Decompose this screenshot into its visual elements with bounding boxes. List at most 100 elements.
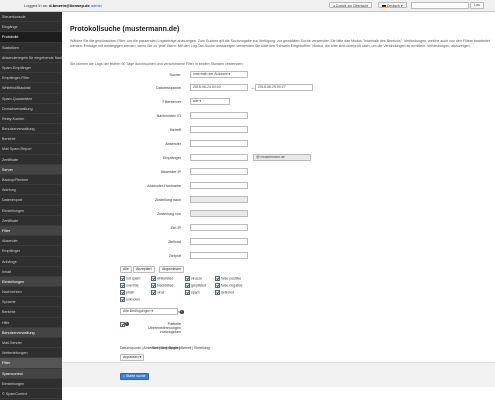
sidebar-item[interactable]: Domainverwaltung	[0, 104, 62, 114]
datumsspanne-label: Datumsspanne	[156, 86, 181, 90]
sidebar-item[interactable]: Spamcontrol	[0, 368, 62, 379]
einteilung-checkbox[interactable]: false positive	[215, 276, 241, 281]
absender-ip-field[interactable]	[190, 168, 248, 175]
sidebar-item[interactable]: Steuerkonsole	[0, 12, 62, 23]
back-to-overview-button[interactable]: ◂ Zurück zur Übersicht	[329, 2, 373, 8]
sidebar-item[interactable]: Einstellungen	[0, 276, 62, 288]
einteilung-checkbox[interactable]: virus	[151, 290, 164, 295]
einteilung-checkbox[interactable]: blacklisted	[151, 283, 173, 288]
sidebar-item[interactable]: Hilfe	[0, 318, 62, 328]
row-zielhost: Zielhost	[70, 238, 495, 247]
sidebar-item[interactable]: Filter	[0, 358, 62, 369]
form-footer: ⌕ Starte suche	[62, 362, 495, 387]
sidebar-item[interactable]: Zertifikate	[0, 155, 62, 165]
spalten-button-label: Anpassen	[123, 355, 139, 359]
sidebar-item[interactable]: Spam-Empfänger	[0, 63, 62, 74]
sidebar-item[interactable]: Sprache	[0, 297, 62, 308]
einteilung-checkbox[interactable]: not spam	[120, 276, 140, 281]
zustellung-nach-field	[190, 196, 248, 203]
top-bar: Logged in as: d.bmerin@lionsep.de admin …	[0, 0, 495, 12]
filterserver-value: alle	[193, 99, 199, 103]
sidebar-item[interactable]: Eingänge	[0, 22, 62, 33]
sidebar-item[interactable]: Datenexport	[0, 195, 62, 206]
date-to-field[interactable]: 2015-06-25 00:27	[255, 84, 313, 91]
sidebar-item[interactable]: Berichte	[0, 307, 62, 318]
einteilung-checkbox[interactable]: phish	[120, 290, 134, 295]
ziel-ip-field[interactable]	[190, 224, 248, 231]
einteilung-rejected-button[interactable]: Abgewiesen	[159, 266, 185, 273]
betreff-field[interactable]	[190, 126, 248, 133]
einteilung-checkbox[interactable]: spam	[185, 290, 200, 295]
zielhost-field[interactable]	[190, 238, 248, 245]
sidebar-item[interactable]: Relay-Konten	[0, 114, 62, 125]
suche-value: innerhalb der Auswahl	[193, 72, 228, 76]
einteilung-accepted-button[interactable]: Akzeptiert	[133, 266, 155, 273]
sidebar-item[interactable]: Backup/Restore	[0, 175, 62, 186]
sidebar-item[interactable]: Empfänger-Filter	[0, 73, 62, 84]
absender-ip-label: Absender IP	[160, 170, 181, 174]
nachrichten-id-field[interactable]	[190, 112, 248, 119]
zielport-field[interactable]	[190, 252, 248, 259]
sidebar-item[interactable]: Berichte	[0, 134, 62, 145]
sidebar-item[interactable]: Protokolle	[0, 32, 62, 43]
sidebar-item[interactable]: Statistiken	[0, 43, 62, 53]
info-icon[interactable]: i	[180, 309, 184, 314]
checkbox-label: virusze	[191, 276, 203, 281]
search-input[interactable]	[411, 2, 469, 9]
info-icon[interactable]: i	[125, 321, 129, 326]
sidebar-item[interactable]: Benutzerverwaltung	[0, 124, 62, 135]
language-select[interactable]: Deutsch ▾	[378, 2, 407, 8]
sidebar-item[interactable]: Empfänger	[0, 246, 62, 257]
back-button-label: Zurück zur Übersicht	[335, 4, 369, 8]
username: d.bmerin@lionsep.de	[49, 3, 90, 8]
einteilung-all-button[interactable]: Alle	[120, 266, 132, 273]
sidebar-item[interactable]: Benutzerverwaltung	[0, 327, 62, 338]
absender-hostname-field[interactable]	[190, 182, 248, 189]
sidebar-item[interactable]: Nachrichten	[0, 287, 62, 298]
sidebar-item[interactable]: Zertifikate	[0, 216, 62, 226]
filterserver-label: Filterserver	[162, 100, 181, 104]
sidebar-item[interactable]: Inhalt	[0, 267, 62, 277]
einteilung-checkbox[interactable]: deferred	[215, 290, 234, 295]
sidebar-item[interactable]: Einstellungen	[0, 379, 62, 389]
einteilung-checkbox[interactable]: override	[120, 283, 139, 288]
sidebar-item[interactable]: Anhänge	[0, 257, 62, 267]
sidebar-item[interactable]: Spam-Quarantäne	[0, 94, 62, 104]
sidebar-item[interactable]: Absender	[0, 236, 62, 247]
filterserver-select[interactable]: alle ▾	[190, 98, 230, 105]
einteilung-checkbox[interactable]: whitelisted	[151, 276, 173, 281]
sidebar-item[interactable]: Whitelist/Blacklist	[0, 83, 62, 94]
sidebar-item[interactable]: Server	[0, 164, 62, 175]
sidebar-item[interactable]: Absenderregeln für eingehende Nachrichte…	[0, 53, 62, 63]
abgelehnt-select[interactable]: Alle Bedingungen ▾	[120, 308, 178, 315]
sidebar-item[interactable]: Filter	[0, 225, 62, 237]
absender-field[interactable]	[190, 140, 248, 147]
sidebar-item[interactable]: Mail-Sender	[0, 338, 62, 349]
absender-hostname-label: Absender-Hostname	[147, 184, 181, 188]
row-empfaenger: Empfänger @ mustermann.de	[70, 154, 495, 163]
checkbox-box	[151, 283, 156, 288]
sidebar-item[interactable]: Mail Spam Report	[0, 144, 62, 155]
einteilung-checkbox[interactable]: unknown	[120, 297, 140, 302]
checkbox-box	[215, 290, 220, 295]
sidebar-item[interactable]: Wartung	[0, 185, 62, 196]
main-content: Protokollsuche (mustermann.de) Wählen Si…	[70, 26, 495, 361]
row-absender-ip: Absender IP	[70, 168, 495, 177]
start-search-button[interactable]: ⌕ Starte suche	[120, 373, 149, 380]
sidebar-item[interactable]: Weiterleitungen	[0, 348, 62, 359]
einteilung-checkbox[interactable]: greylisted	[185, 283, 206, 288]
role-link[interactable]: admin	[91, 3, 102, 8]
suche-select[interactable]: innerhalb der Auswahl ▾	[190, 71, 248, 78]
sidebar-item[interactable]: © SpamControl	[0, 389, 62, 400]
search-button[interactable]: Los	[470, 2, 484, 9]
spalten-customize-button[interactable]: Anpassen ▾	[120, 354, 145, 361]
empfaenger-field[interactable]	[190, 154, 248, 161]
date-from-field[interactable]: 2015-06-24 00:00	[190, 84, 248, 91]
einteilung-checkbox[interactable]: false negative	[215, 283, 243, 288]
spalten-value: Datumspunkt | Absender | Empfänger | Bet…	[120, 346, 210, 350]
row-partielle: Partielle Übereinstimmungen zurückgeben …	[70, 320, 495, 334]
partielle-label: Partielle Übereinstimmungen zurückgeben	[148, 322, 181, 334]
sidebar-item[interactable]: Einstellungen	[0, 206, 62, 216]
checkbox-label: whitelisted	[157, 276, 174, 281]
einteilung-checkbox[interactable]: virusze	[185, 276, 202, 281]
